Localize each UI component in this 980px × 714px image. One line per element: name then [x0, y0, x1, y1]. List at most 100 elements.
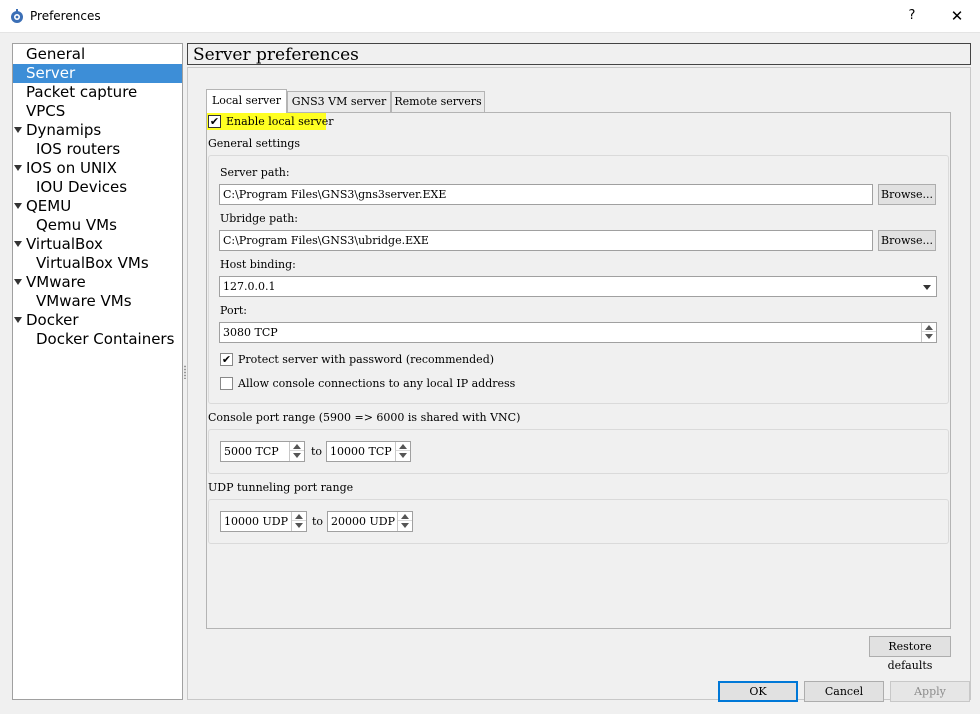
tree-item-ios-on-unix[interactable]: IOS on UNIX — [13, 159, 182, 178]
tree-item-label: VirtualBox VMs — [36, 254, 149, 272]
udp-port-range-label: UDP tunneling port range — [208, 481, 354, 494]
port-value: 3080 TCP — [223, 326, 278, 339]
tree-item-label: Server — [26, 64, 76, 82]
tree-item-label: VPCS — [26, 102, 66, 120]
udp-to-label: to — [312, 515, 324, 528]
tree-item-vmware[interactable]: VMware — [13, 273, 182, 292]
tree-item-vpcs[interactable]: VPCS — [13, 102, 182, 121]
apply-button[interactable]: Apply — [890, 681, 970, 702]
expand-arrow-icon[interactable] — [14, 127, 22, 133]
gns3-app-icon — [11, 9, 23, 23]
udp-port-start-value: 10000 UDP — [224, 515, 288, 528]
console-to-label: to — [311, 445, 323, 458]
console-port-end-value: 10000 TCP — [330, 445, 392, 458]
tree-item-ios-routers[interactable]: IOS routers — [13, 140, 182, 159]
tree-item-label: Packet capture — [26, 83, 138, 101]
stepper-down-icon[interactable] — [399, 453, 407, 458]
expand-arrow-icon[interactable] — [14, 279, 22, 285]
tree-item-label: Qemu VMs — [36, 216, 117, 234]
tree-item-docker-containers[interactable]: Docker Containers — [13, 330, 182, 349]
host-binding-select[interactable]: 127.0.0.1 — [219, 276, 937, 297]
tree-item-label: VirtualBox — [26, 235, 103, 253]
expand-arrow-icon[interactable] — [14, 317, 22, 323]
enable-local-server-checkbox[interactable]: ✔ — [208, 115, 221, 128]
tree-item-vmware-vms[interactable]: VMware VMs — [13, 292, 182, 311]
expand-arrow-icon[interactable] — [14, 241, 22, 247]
general-settings-label: General settings — [208, 137, 301, 150]
tree-item-packet-capture[interactable]: Packet capture — [13, 83, 182, 102]
tree-item-label: Dynamips — [26, 121, 102, 139]
console-port-start-value: 5000 TCP — [224, 445, 279, 458]
ubridge-path-browse-button[interactable]: Browse... — [878, 230, 936, 251]
protect-password-checkbox[interactable]: ✔ — [220, 353, 233, 366]
tree-item-virtualbox-vms[interactable]: VirtualBox VMs — [13, 254, 182, 273]
port-spinbox[interactable]: 3080 TCP — [219, 322, 937, 343]
tab-local-server[interactable]: Local server — [206, 89, 287, 113]
close-button[interactable]: ✕ — [942, 5, 972, 27]
console-port-start-spinbox[interactable]: 5000 TCP — [220, 441, 305, 462]
udp-start-stepper[interactable] — [291, 512, 306, 531]
tree-item-label: General — [26, 45, 86, 63]
stepper-down-icon[interactable] — [925, 334, 933, 339]
expand-arrow-icon[interactable] — [14, 165, 22, 171]
page-header: Server preferences — [187, 43, 971, 65]
ubridge-path-input[interactable]: C:\Program Files\GNS3\ubridge.EXE — [219, 230, 873, 251]
port-label: Port: — [220, 304, 247, 317]
udp-port-start-spinbox[interactable]: 10000 UDP — [220, 511, 307, 532]
tree-item-qemu[interactable]: QEMU — [13, 197, 182, 216]
tree-item-label: Docker Containers — [36, 330, 175, 348]
tree-item-label: IOU Devices — [36, 178, 128, 196]
ok-button[interactable]: OK — [718, 681, 798, 702]
tree-item-server[interactable]: Server — [13, 64, 182, 83]
ubridge-path-label: Ubridge path: — [220, 212, 298, 225]
stepper-up-icon[interactable] — [293, 444, 301, 449]
server-path-browse-button[interactable]: Browse... — [878, 184, 936, 205]
allow-console-label[interactable]: Allow console connections to any local I… — [238, 377, 515, 390]
stepper-down-icon[interactable] — [401, 523, 409, 528]
expand-arrow-icon[interactable] — [14, 203, 22, 209]
stepper-up-icon[interactable] — [399, 444, 407, 449]
server-path-label: Server path: — [220, 166, 290, 179]
restore-defaults-button[interactable]: Restore defaults — [869, 636, 951, 672]
cancel-button[interactable]: Cancel — [804, 681, 884, 702]
stepper-down-icon[interactable] — [293, 453, 301, 458]
title-bar: Preferences ? ✕ — [0, 0, 980, 33]
stepper-down-icon[interactable] — [295, 523, 303, 528]
tree-item-virtualbox[interactable]: VirtualBox — [13, 235, 182, 254]
tree-item-iou-devices[interactable]: IOU Devices — [13, 178, 182, 197]
window-title: Preferences — [30, 9, 101, 23]
tree-item-qemu-vms[interactable]: Qemu VMs — [13, 216, 182, 235]
console-end-stepper[interactable] — [395, 442, 410, 461]
server-path-input[interactable]: C:\Program Files\GNS3\gns3server.EXE — [219, 184, 873, 205]
tree-item-label: QEMU — [26, 197, 72, 215]
splitter-handle[interactable] — [184, 365, 186, 379]
udp-port-end-spinbox[interactable]: 20000 UDP — [327, 511, 413, 532]
protect-password-label[interactable]: Protect server with password (recommende… — [238, 353, 494, 366]
allow-console-checkbox[interactable] — [220, 377, 233, 390]
console-port-end-spinbox[interactable]: 10000 TCP — [326, 441, 411, 462]
console-port-range-label: Console port range (5900 => 6000 is shar… — [208, 411, 521, 424]
page-title: Server preferences — [193, 45, 359, 65]
stepper-up-icon[interactable] — [295, 514, 303, 519]
tree-item-label: IOS on UNIX — [26, 159, 117, 177]
preferences-tree[interactable]: General Server Packet capture VPCS Dynam… — [12, 43, 183, 700]
tab-gns3-vm-server[interactable]: GNS3 VM server — [287, 91, 391, 113]
tree-item-label: VMware — [26, 273, 86, 291]
tree-item-label: Docker — [26, 311, 79, 329]
host-binding-value: 127.0.0.1 — [223, 280, 276, 293]
stepper-up-icon[interactable] — [401, 514, 409, 519]
udp-port-end-value: 20000 UDP — [331, 515, 395, 528]
chevron-down-icon[interactable] — [923, 285, 931, 290]
tree-item-dynamips[interactable]: Dynamips — [13, 121, 182, 140]
help-button[interactable]: ? — [897, 5, 927, 27]
port-stepper[interactable] — [921, 323, 936, 342]
stepper-up-icon[interactable] — [925, 325, 933, 330]
udp-end-stepper[interactable] — [397, 512, 412, 531]
enable-local-server-label[interactable]: Enable local server — [226, 115, 334, 128]
tree-item-label: VMware VMs — [36, 292, 132, 310]
tree-item-docker[interactable]: Docker — [13, 311, 182, 330]
console-start-stepper[interactable] — [289, 442, 304, 461]
tab-remote-servers[interactable]: Remote servers — [391, 91, 485, 113]
tree-item-label: IOS routers — [36, 140, 121, 158]
tree-item-general[interactable]: General — [13, 45, 182, 64]
